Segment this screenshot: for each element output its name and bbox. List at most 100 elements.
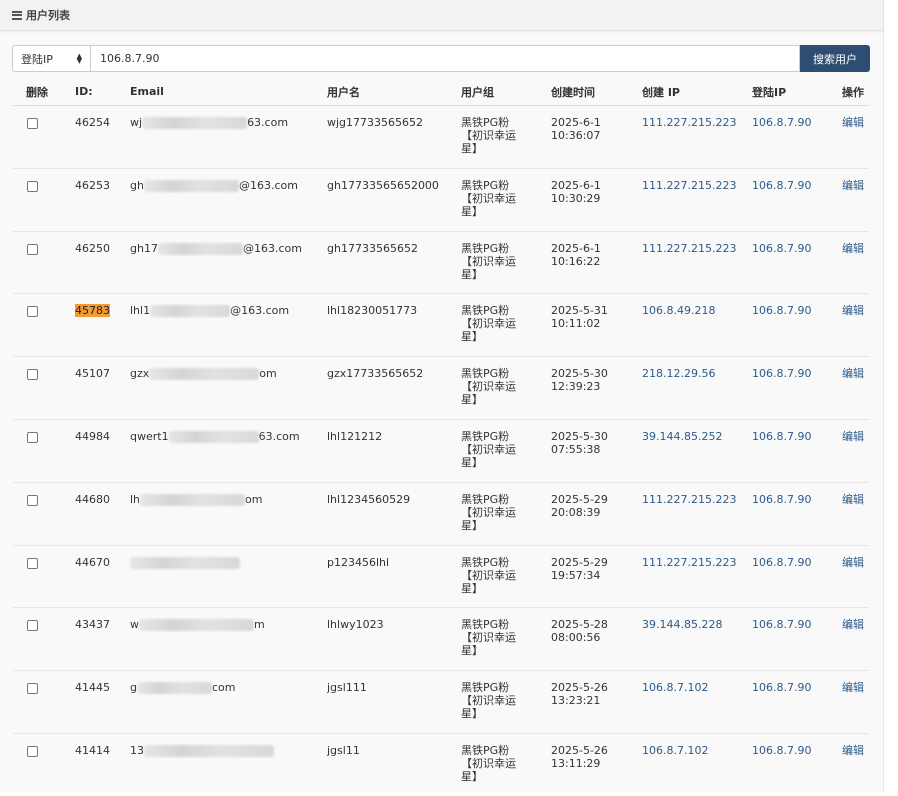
header-created-time: 创建时间	[550, 78, 641, 106]
select-caret-icon: ▲ ▼	[76, 52, 82, 65]
created-ip-cell: 39.144.85.228	[641, 607, 751, 671]
email-cell	[129, 544, 326, 608]
user-list-panel: 用户列表 登陆IP ▲ ▼ 106.8.7.90 搜索用户 删除 ID: Emai…	[0, 0, 884, 796]
created-ip-cell: 111.227.215.223	[641, 230, 751, 294]
delete-checkbox[interactable]	[27, 494, 38, 506]
email-cell: gh17 @163.com	[129, 230, 326, 294]
username-cell: jgsl111	[326, 670, 460, 734]
email-suffix: om	[259, 367, 277, 381]
login-ip-cell: 106.8.7.90	[751, 544, 841, 608]
login-ip-cell: 106.8.7.90	[751, 167, 841, 232]
delete-checkbox[interactable]	[27, 431, 38, 443]
delete-checkbox[interactable]	[27, 118, 38, 129]
delete-checkbox[interactable]	[27, 369, 38, 381]
delete-cell	[13, 607, 74, 671]
action-cell: 编辑	[841, 544, 869, 608]
email-prefix: g	[130, 681, 137, 695]
edit-link[interactable]: 编辑	[842, 304, 864, 317]
group-cell: 黑铁PG粉 【初识幸运 星】	[460, 418, 550, 483]
email-prefix: gh	[130, 178, 144, 192]
id-cell: 45107	[74, 356, 129, 420]
id-cell: 43437	[74, 607, 129, 671]
login-ip-cell: 106.8.7.90	[751, 607, 841, 671]
user-id: 41414	[75, 743, 110, 757]
created-ip-cell: 218.12.29.56	[641, 356, 751, 420]
search-type-value: 登陆IP	[21, 52, 53, 66]
table-row: 45107 gzx om gzx17733565652 黑铁PG粉 【初识幸运 星】 20…	[13, 356, 869, 420]
group-cell: 黑铁PG粉 【初识幸运 星】	[460, 607, 550, 671]
header-email: Email	[129, 78, 326, 106]
group-cell: 黑铁PG粉 【初识幸运 星】	[460, 481, 550, 546]
edit-link[interactable]: 编辑	[842, 367, 864, 380]
user-id: 44670	[75, 555, 110, 569]
id-cell: 44984	[74, 418, 129, 483]
group-cell: 黑铁PG粉 【初识幸运 星】	[460, 732, 550, 796]
edit-link[interactable]: 编辑	[842, 493, 864, 506]
delete-cell	[13, 670, 74, 734]
id-cell: 46250	[74, 230, 129, 294]
edit-link[interactable]: 编辑	[842, 744, 864, 757]
username-cell: gzx17733565652	[326, 356, 460, 420]
table-row: 44670 p123456lhl 黑铁PG粉 【初识幸运 星】 2025-5-29 1…	[13, 544, 869, 608]
edit-link[interactable]: 编辑	[842, 430, 864, 443]
edit-link[interactable]: 编辑	[842, 556, 864, 569]
search-user-button[interactable]: 搜索用户	[800, 45, 870, 72]
search-bar: 登陆IP ▲ ▼ 106.8.7.90 搜索用户	[12, 45, 870, 72]
edit-link[interactable]: 编辑	[842, 179, 864, 192]
table-row: 43437 w m lhlwy1023 黑铁PG粉 【初识幸运 星】 2025-5-28 …	[13, 607, 869, 671]
header-login-ip: 登陆IP	[751, 78, 841, 106]
delete-checkbox[interactable]	[27, 243, 38, 255]
id-cell: 41414	[74, 732, 129, 796]
group-cell: 黑铁PG粉 【初识幸运 星】	[460, 293, 550, 357]
header-delete: 删除	[13, 78, 74, 106]
email-cell: lhl1 @163.com	[129, 293, 326, 357]
action-cell: 编辑	[841, 356, 869, 420]
login-ip-cell: 106.8.7.90	[751, 732, 841, 796]
created-ip-cell: 111.227.215.223	[641, 544, 751, 608]
header-id: ID:	[74, 78, 129, 106]
created-time-cell: 2025-6-1 10:16:22	[550, 230, 641, 294]
email-redacted-blur	[136, 682, 212, 695]
delete-checkbox[interactable]	[27, 180, 38, 192]
created-ip-cell: 111.227.215.223	[641, 105, 751, 169]
email-suffix: com	[211, 681, 236, 695]
edit-link[interactable]: 编辑	[842, 242, 864, 255]
email-prefix: wj	[130, 116, 143, 129]
group-cell: 黑铁PG粉 【初识幸运 星】	[460, 356, 550, 420]
email-cell: wj 63.com	[129, 105, 326, 169]
delete-checkbox[interactable]	[27, 620, 38, 632]
email-redacted-blur	[149, 368, 260, 381]
table-row: 41414 13 jgsl11 黑铁PG粉 【初识幸运 星】 2025-5-26 13:…	[13, 732, 869, 796]
edit-link[interactable]: 编辑	[842, 116, 864, 129]
email-cell: qwert1 63.com	[129, 418, 326, 483]
edit-link[interactable]: 编辑	[842, 681, 864, 694]
table-header-row: 删除 ID: Email 用户名 用户组 创建时间 创建 IP 登陆IP 操作	[13, 78, 869, 106]
email-suffix: m	[254, 618, 265, 632]
delete-checkbox[interactable]	[27, 683, 38, 695]
list-icon	[12, 10, 22, 20]
email-cell: wm	[129, 607, 326, 671]
login-ip-cell: 106.8.7.90	[751, 293, 841, 357]
user-id: 46254	[75, 116, 110, 129]
group-cell: 黑铁PG粉 【初识幸运 星】	[460, 670, 550, 734]
delete-checkbox[interactable]	[27, 306, 38, 318]
action-cell: 编辑	[841, 167, 869, 232]
edit-link[interactable]: 编辑	[842, 618, 864, 631]
email-cell: gzx om	[129, 356, 326, 420]
created-time-cell: 2025-5-29 20:08:39	[550, 481, 641, 546]
action-cell: 编辑	[841, 607, 869, 671]
header-action: 操作	[841, 78, 869, 106]
email-suffix: 63.com	[247, 116, 289, 129]
id-cell: 44680	[74, 481, 129, 546]
login-ip-cell: 106.8.7.90	[751, 356, 841, 420]
table-row: 45783 lhl1 @163.com lhl18230051773 黑铁PG粉 【初识…	[13, 293, 869, 357]
search-type-select[interactable]: 登陆IP ▲ ▼	[12, 45, 91, 72]
delete-checkbox[interactable]	[27, 745, 38, 757]
delete-checkbox[interactable]	[27, 557, 38, 569]
email-suffix: @163.com	[230, 304, 290, 318]
table-row: 44680 lh om lhl1234560529 黑铁PG粉 【初识幸运 星】 2025…	[13, 481, 869, 546]
created-time-cell: 2025-6-1 10:30:29	[550, 167, 641, 232]
search-input[interactable]: 106.8.7.90	[91, 45, 800, 72]
id-cell: 44670	[74, 544, 129, 608]
login-ip-cell: 106.8.7.90	[751, 105, 841, 169]
